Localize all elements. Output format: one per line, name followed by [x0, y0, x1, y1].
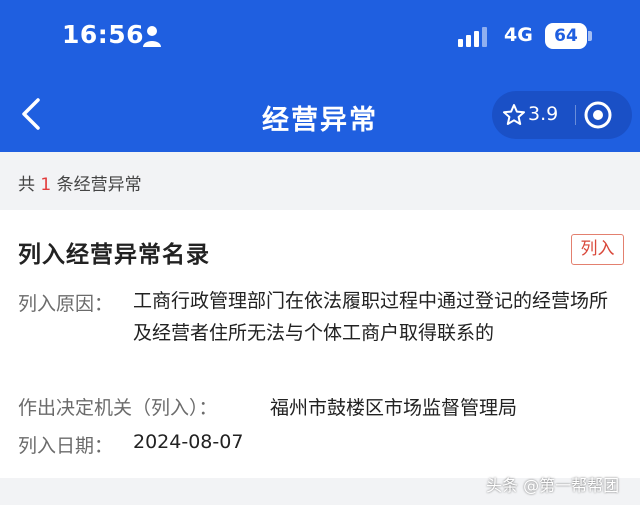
status-badge: 列入	[571, 234, 624, 265]
status-bar: 16:56 4G 64	[0, 0, 640, 76]
target-icon[interactable]	[582, 99, 614, 131]
record-title: 列入经营异常名录	[18, 242, 210, 268]
battery-level: 64	[545, 23, 587, 49]
abnormal-record-card[interactable]: 列入经营异常名录 列入 列入原因： 工商行政管理部门在依法履职过程中通过登记的经…	[0, 210, 640, 478]
status-time: 16:56	[62, 20, 145, 49]
capsule-divider	[575, 105, 576, 125]
authority-value: 福州市鼓楼区市场监督管理局	[270, 397, 518, 419]
network-type: 4G	[504, 24, 533, 46]
date-value: 2024-08-07	[133, 431, 244, 453]
battery-tip	[588, 31, 592, 41]
nav-bar: 经营异常 3.9	[0, 76, 640, 152]
rating-value: 3.9	[528, 103, 559, 125]
top-bar: 16:56 4G 64 经营异常 3.9	[0, 0, 640, 152]
record-count-summary: 共 1 条经营异常	[18, 170, 142, 195]
summary-suffix: 条经营异常	[51, 175, 142, 195]
summary-count: 1	[40, 175, 52, 195]
date-label: 列入日期：	[18, 435, 114, 457]
summary-prefix: 共	[18, 175, 41, 195]
person-icon	[143, 26, 161, 47]
authority-label: 作出决定机关（列入）：	[18, 397, 218, 419]
signal-icon	[458, 27, 487, 47]
watermark: 头条 @第一帮帮团	[486, 476, 620, 495]
reason-value: 工商行政管理部门在依法履职过程中通过登记的经营场所及经营者住所无法与个体工商户取…	[133, 290, 609, 344]
star-icon[interactable]	[502, 103, 526, 127]
mini-program-capsule: 3.9	[492, 91, 632, 139]
reason-label: 列入原因：	[18, 293, 114, 315]
